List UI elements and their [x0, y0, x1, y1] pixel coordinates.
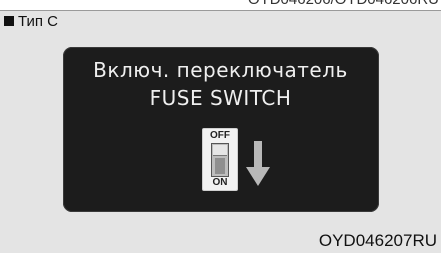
display-message-line-2: FUSE SWITCH — [149, 86, 292, 110]
switch-toggle-cap — [213, 145, 227, 156]
type-heading: Тип C — [4, 13, 58, 31]
top-divider — [0, 10, 441, 11]
fuse-switch-icon: OFF ON — [202, 128, 238, 191]
type-heading-text: Тип C — [18, 13, 59, 30]
switch-toggle — [211, 143, 229, 177]
square-bullet-icon — [4, 16, 14, 26]
top-margin: OYD046206/OYD046206RU — [0, 0, 441, 10]
switch-off-label: OFF — [210, 130, 230, 141]
down-arrow-icon — [246, 141, 270, 186]
image-code: OYD046207RU — [318, 231, 437, 250]
switch-on-label: ON — [212, 177, 228, 188]
display-message-line-1: Включ. переключатель — [93, 58, 348, 82]
illustration-page: OYD046206/OYD046206RU Тип C Включ. перек… — [0, 0, 441, 253]
top-reference-code: OYD046206/OYD046206RU — [248, 0, 439, 8]
switch-toggle-stem — [215, 158, 225, 174]
